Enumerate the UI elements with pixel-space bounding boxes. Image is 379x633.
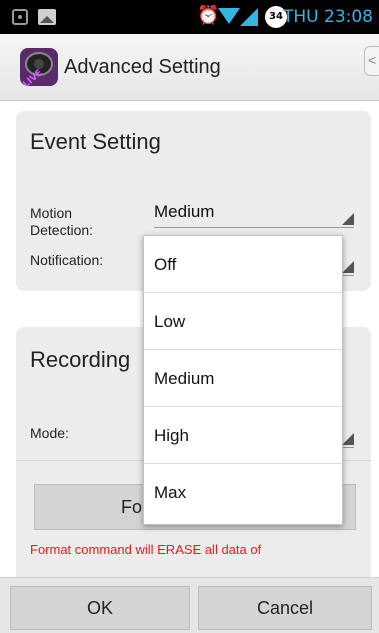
wifi-icon xyxy=(218,8,240,24)
app-logo-icon: LIVE xyxy=(20,48,58,86)
image-notification-icon xyxy=(38,9,56,25)
camera-notification-icon xyxy=(12,9,28,25)
dropdown-arrow-icon xyxy=(342,261,354,273)
page-title: Advanced Setting xyxy=(64,56,221,78)
alarm-icon: ⏰ xyxy=(197,5,220,26)
motion-detection-spinner[interactable]: Medium xyxy=(154,199,354,228)
format-warning-text: Format command will ERASE all data of xyxy=(30,542,262,557)
status-time: THU 23:08 xyxy=(282,7,373,27)
dropdown-option-max[interactable]: Max xyxy=(144,464,342,521)
dropdown-option-low[interactable]: Low xyxy=(144,293,342,350)
dropdown-option-off[interactable]: Off xyxy=(144,236,342,293)
dropdown-option-label: Medium xyxy=(154,369,215,388)
bottom-bar: OK Cancel xyxy=(0,577,379,633)
recording-title: Recording xyxy=(30,347,131,372)
cancel-button[interactable]: Cancel xyxy=(198,586,372,630)
status-bar: ⏰ 34 THU 23:08 xyxy=(0,0,379,34)
motion-detection-dropdown: Off Low Medium High Max xyxy=(143,235,343,525)
live-badge: LIVE xyxy=(21,68,45,86)
motion-detection-label: Motion Detection: xyxy=(30,205,94,238)
motion-detection-value: Medium xyxy=(154,202,215,221)
dropdown-option-high[interactable]: High xyxy=(144,407,342,464)
dropdown-option-label: Off xyxy=(154,255,177,274)
format-button-label: Fo xyxy=(121,497,143,517)
side-drawer-handle[interactable] xyxy=(364,46,379,76)
dropdown-arrow-icon xyxy=(342,433,354,445)
dropdown-option-medium[interactable]: Medium xyxy=(144,350,342,407)
dropdown-option-label: Max xyxy=(154,483,187,502)
ok-button[interactable]: OK xyxy=(10,586,190,630)
notification-label: Notification: xyxy=(30,252,104,268)
dropdown-option-label: Low xyxy=(154,312,186,331)
signal-icon xyxy=(240,8,258,26)
mode-label: Mode: xyxy=(30,425,69,441)
dropdown-option-label: High xyxy=(154,426,189,445)
event-setting-title: Event Setting xyxy=(30,129,161,154)
dropdown-arrow-icon xyxy=(342,213,354,225)
title-bar: LIVE Advanced Setting xyxy=(0,34,379,101)
